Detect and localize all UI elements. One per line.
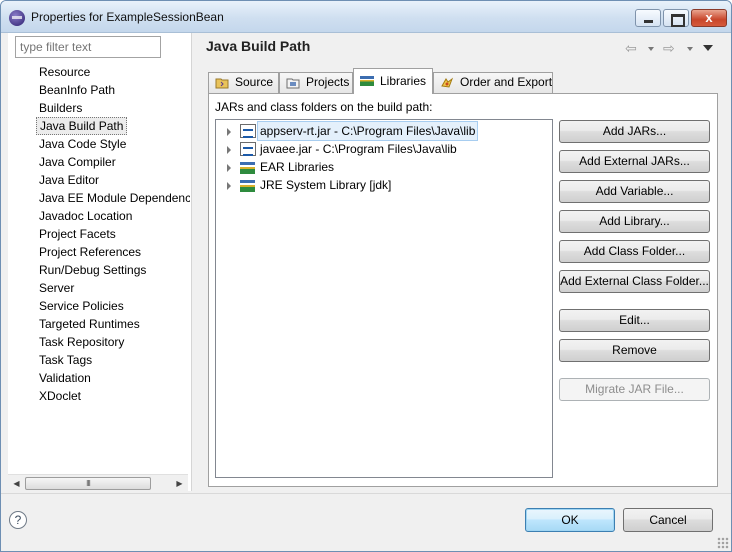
jar-icon (240, 124, 256, 138)
sidebar-item-run-debug-settings[interactable]: Run/Debug Settings (36, 261, 190, 279)
close-button[interactable]: x (691, 9, 727, 27)
tree-item-javaee-jar[interactable]: javaee.jar - C:\Program Files\Java\lib (216, 140, 546, 158)
remove-button[interactable]: Remove (559, 339, 710, 362)
back-arrow-icon[interactable]: ⇦ (625, 40, 637, 57)
forward-dropdown-icon[interactable] (687, 47, 693, 51)
sidebar-item-server[interactable]: Server (36, 279, 190, 297)
expand-icon[interactable] (227, 128, 231, 136)
help-icon[interactable]: ? (9, 511, 27, 529)
eclipse-icon (9, 10, 25, 26)
projects-icon (286, 78, 300, 89)
ok-button[interactable]: OK (525, 508, 615, 532)
footer-separator (1, 493, 731, 494)
tab-libraries-label: Libraries (380, 74, 427, 88)
tab-order-export[interactable]: Order and Export (433, 72, 553, 93)
sidebar-item-javadoc-location[interactable]: Javadoc Location (36, 207, 190, 225)
resize-grip-icon[interactable] (717, 537, 729, 549)
tree-item-label: EAR Libraries (260, 160, 335, 174)
sidebar-item-project-references[interactable]: Project References (36, 243, 190, 261)
source-folder-icon (215, 78, 229, 89)
tab-libraries[interactable]: Libraries (353, 68, 433, 94)
sidebar-item-java-compiler[interactable]: Java Compiler (36, 153, 190, 171)
scroll-right-icon[interactable]: ▶ (171, 475, 188, 492)
minimize-button[interactable] (635, 9, 661, 27)
libraries-label: JARs and class folders on the build path… (215, 100, 433, 114)
library-icon (240, 178, 256, 192)
expand-icon[interactable] (227, 182, 231, 190)
tree-item-appserv-jar[interactable]: appserv-rt.jar - C:\Program Files\Java\l… (216, 121, 546, 141)
title-bar[interactable]: Properties for ExampleSessionBean x (1, 1, 731, 33)
sidebar-item-beaninfo-path[interactable]: BeanInfo Path (36, 81, 190, 99)
expand-icon[interactable] (227, 164, 231, 172)
add-jars-button[interactable]: Add JARs... (559, 120, 710, 143)
jar-icon (240, 142, 256, 156)
sidebar-item-validation[interactable]: Validation (36, 369, 190, 387)
sidebar-item-project-facets[interactable]: Project Facets (36, 225, 190, 243)
scroll-thumb[interactable]: III (25, 477, 151, 490)
sidebar-item-builders[interactable]: Builders (36, 99, 190, 117)
add-external-class-folder-button[interactable]: Add External Class Folder... (559, 270, 710, 293)
tab-order-export-label: Order and Export (460, 75, 553, 89)
cancel-button[interactable]: Cancel (623, 508, 713, 532)
maximize-button[interactable] (663, 9, 689, 27)
sidebar-item-task-repository[interactable]: Task Repository (36, 333, 190, 351)
add-library-button[interactable]: Add Library... (559, 210, 710, 233)
tree-item-ear-libraries[interactable]: EAR Libraries (216, 158, 546, 176)
tree-item-label: javaee.jar - C:\Program Files\Java\lib (260, 142, 457, 156)
back-dropdown-icon[interactable] (648, 47, 654, 51)
tab-source[interactable]: Source (208, 72, 279, 93)
sidebar-item-targeted-runtimes[interactable]: Targeted Runtimes (36, 315, 190, 333)
forward-arrow-icon[interactable]: ⇨ (663, 40, 675, 57)
nav-horizontal-scrollbar[interactable]: ◀ III ▶ (8, 474, 188, 491)
sidebar-item-resource[interactable]: Resource (36, 63, 190, 81)
migrate-jar-button[interactable]: Migrate JAR File... (559, 378, 710, 401)
library-icon (240, 160, 256, 174)
window-title: Properties for ExampleSessionBean (31, 10, 224, 24)
sidebar-item-java-ee-module-dependencies[interactable]: Java EE Module Dependencies (36, 189, 190, 207)
expand-icon[interactable] (227, 146, 231, 154)
tree-item-jre-system-library[interactable]: JRE System Library [jdk] (216, 176, 546, 194)
page-title: Java Build Path (206, 38, 311, 54)
scroll-left-icon[interactable]: ◀ (8, 475, 25, 492)
sidebar-item-java-build-path[interactable]: Java Build Path (36, 117, 128, 135)
tree-item-label: appserv-rt.jar - C:\Program Files\Java\l… (256, 121, 479, 141)
libraries-icon (360, 76, 374, 86)
view-menu-icon[interactable] (703, 45, 713, 51)
tab-projects-label: Projects (306, 75, 350, 89)
close-icon: x (705, 10, 713, 25)
sidebar-item-xdoclet[interactable]: XDoclet (36, 387, 190, 405)
sidebar-item-java-editor[interactable]: Java Editor (36, 171, 190, 189)
sidebar-item-java-code-style[interactable]: Java Code Style (36, 135, 190, 153)
add-variable-button[interactable]: Add Variable... (559, 180, 710, 203)
tree-item-label: JRE System Library [jdk] (260, 178, 392, 192)
add-class-folder-button[interactable]: Add Class Folder... (559, 240, 710, 263)
properties-dialog: Properties for ExampleSessionBean x Reso… (0, 0, 732, 552)
sidebar-item-task-tags[interactable]: Task Tags (36, 351, 190, 369)
order-export-icon (441, 77, 454, 88)
tab-source-label: Source (235, 75, 274, 89)
add-external-jars-button[interactable]: Add External JARs... (559, 150, 710, 173)
tab-projects[interactable]: Projects (279, 72, 353, 93)
edit-button[interactable]: Edit... (559, 309, 710, 332)
sidebar-item-service-policies[interactable]: Service Policies (36, 297, 190, 315)
property-page-nav: ResourceBeanInfo PathBuildersJava Build … (8, 33, 192, 491)
filter-input[interactable] (15, 36, 161, 58)
library-tree[interactable]: appserv-rt.jar - C:\Program Files\Java\l… (215, 119, 553, 478)
